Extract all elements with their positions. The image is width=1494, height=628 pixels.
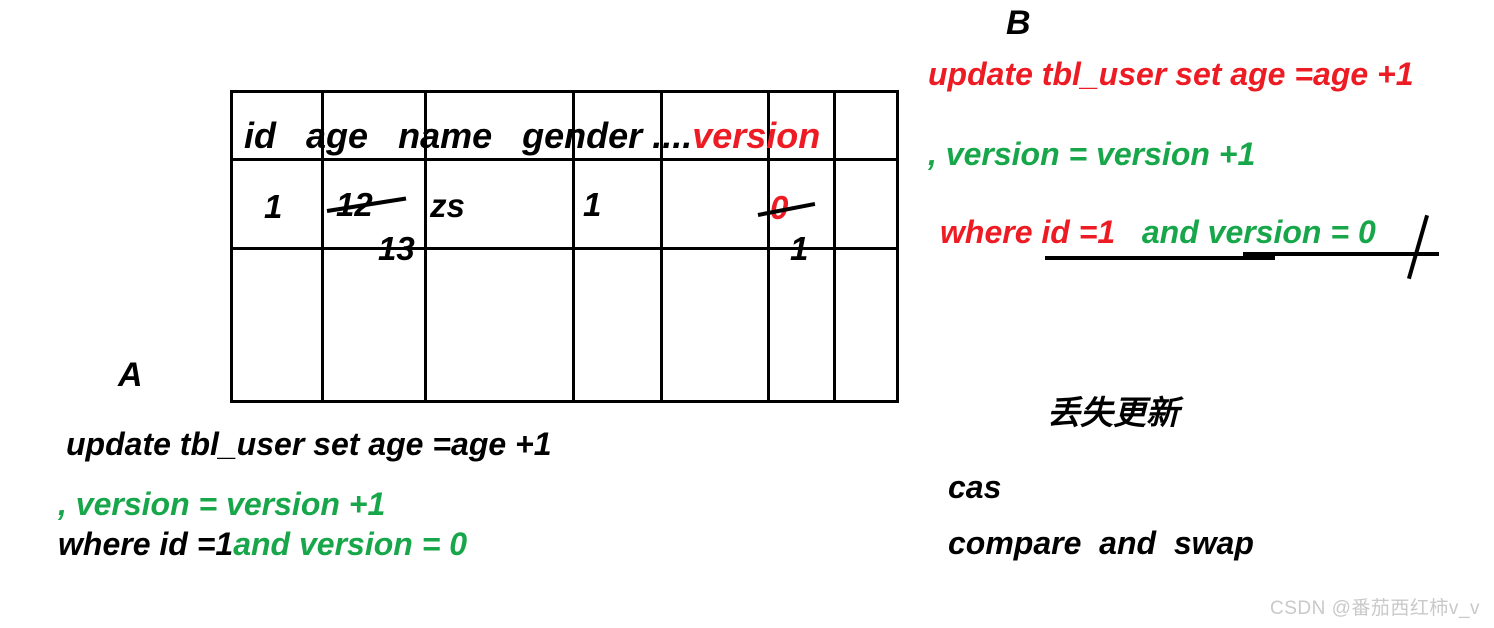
block-a-line3-black: where id =1 <box>58 526 234 562</box>
label-transaction-a: A <box>118 356 143 394</box>
block-b-line3-where: where <box>940 214 1042 250</box>
header-label-id: id <box>244 115 276 156</box>
value-id: 1 <box>264 188 283 225</box>
block-b-line3-green: and version = 0 <box>1141 214 1376 250</box>
value-age-new: 13 <box>378 230 415 267</box>
note-lost-update: 丢失更新 <box>1047 394 1179 431</box>
label-transaction-b: B <box>1006 4 1031 42</box>
header-cell-tail <box>833 89 899 162</box>
block-b-line1: update tbl_user set age =age +1 <box>928 56 1414 92</box>
value-name: zs <box>430 187 465 224</box>
cell-dots <box>660 158 770 251</box>
header-spacer-4 <box>642 115 652 156</box>
header-label-age: age <box>306 115 369 156</box>
underline-version-predicate <box>1243 252 1439 256</box>
header-spacer-1 <box>276 115 306 156</box>
note-cas: cas <box>948 469 1002 505</box>
block-b-line3-gap <box>1115 214 1142 250</box>
block-a-line3-green: and version = 0 <box>233 526 468 562</box>
block-a-line2: , version = version +1 <box>58 486 386 522</box>
cell-empty-dots <box>660 247 770 403</box>
block-a-line3: where id =1and version = 0 <box>58 528 467 560</box>
cell-empty-version <box>767 247 836 403</box>
cell-empty-age <box>321 247 427 403</box>
cell-tail <box>833 158 899 251</box>
table-row-empty <box>230 247 899 403</box>
header-label-gender: gender <box>522 115 643 156</box>
value-version-new: 1 <box>790 230 809 267</box>
header-label-version: version <box>692 115 821 156</box>
block-b-line2: , version = version +1 <box>928 136 1256 172</box>
block-b-line3-id: id =1 <box>1041 214 1116 250</box>
csdn-watermark: CSDN @番茄西红柿v_v <box>1270 598 1480 619</box>
cell-empty-name <box>424 247 575 403</box>
header-label-name: name <box>398 115 493 156</box>
block-a-line1: update tbl_user set age =age +1 <box>66 426 552 462</box>
value-gender: 1 <box>583 186 602 223</box>
cell-empty-gender <box>572 247 663 403</box>
header-spacer-3 <box>492 115 522 156</box>
cell-empty-id <box>230 247 324 403</box>
header-spacer-2 <box>368 115 398 156</box>
header-label-dots: .... <box>652 115 693 156</box>
note-cas-expanded: compare and swap <box>948 525 1254 561</box>
slash-cancel-version-zero <box>1406 214 1430 280</box>
block-b-line3: where id =1 and version = 0 <box>940 216 1376 248</box>
whiteboard-canvas: id age name gender ....version 1 12 13 z… <box>0 0 1494 628</box>
table-header-labels: id age name gender ....version <box>244 118 820 154</box>
cell-empty-tail <box>833 247 899 403</box>
underline-id-predicate <box>1045 256 1275 260</box>
